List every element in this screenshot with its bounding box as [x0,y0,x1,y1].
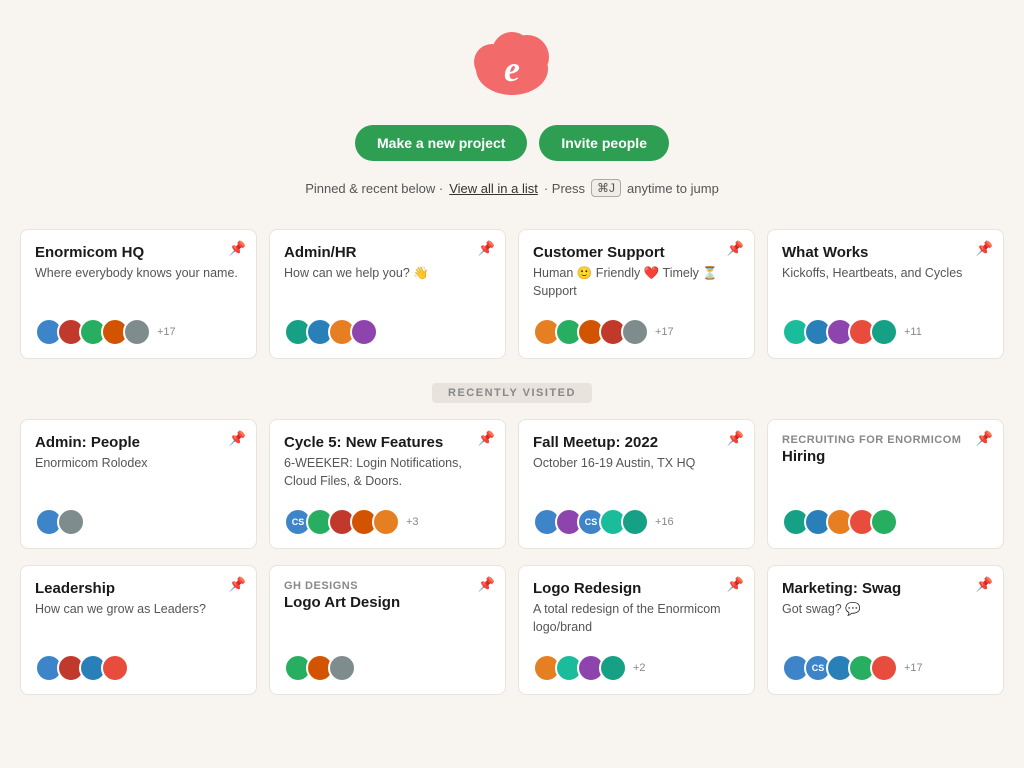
card-desc: Got swag? 💬 [782,601,989,619]
pin-icon: 📌 [478,576,495,593]
card-title: Customer Support [533,244,740,261]
pinned-cards-grid: 📌 Enormicom HQ Where everybody knows you… [0,229,1024,359]
card-fall-meetup[interactable]: 📌 Fall Meetup: 2022 October 16-19 Austin… [518,419,755,549]
pinned-info: Pinned & recent below · View all in a li… [305,179,719,197]
pin-icon: 📌 [727,430,744,447]
avatar [621,318,649,346]
card-title: Admin: People [35,434,242,451]
avatar [870,508,898,536]
card-desc: Enormicom Rolodex [35,455,242,473]
avatar-count: +16 [655,516,674,528]
card-title: Logo Redesign [533,580,740,597]
pin-icon: 📌 [727,240,744,257]
pinned-text-2: · Press [544,181,585,196]
avatar-count: +11 [904,326,922,338]
svg-text:e: e [504,49,520,89]
card-title: Fall Meetup: 2022 [533,434,740,451]
pin-icon: 📌 [229,430,246,447]
pin-icon: 📌 [229,240,246,257]
recent-cards-row2: 📌 Leadership How can we grow as Leaders?… [0,565,1024,695]
avatar-group: +17 [35,318,242,346]
card-desc: Kickoffs, Heartbeats, and Cycles [782,265,989,283]
avatar-count: +17 [904,662,923,674]
card-desc: How can we grow as Leaders? [35,601,242,619]
card-what-works[interactable]: 📌 What Works Kickoffs, Heartbeats, and C… [767,229,1004,359]
card-title: Admin/HR [284,244,491,261]
view-all-link[interactable]: View all in a list [449,181,538,196]
card-desc: 6-WEEKER: Login Notifications, Cloud Fil… [284,455,491,490]
card-title: Marketing: Swag [782,580,989,597]
keyboard-shortcut: ⌘J [591,179,621,197]
new-project-button[interactable]: Make a new project [355,125,527,161]
avatar [123,318,151,346]
avatar [870,654,898,682]
avatar [328,654,356,682]
avatar-group: +2 [533,654,740,682]
card-subtitle: RECRUITING FOR ENORMICOM [782,434,989,446]
logo: e [462,24,562,109]
pinned-text-3: anytime to jump [627,181,719,196]
card-customer-support[interactable]: 📌 Customer Support Human 🙂 Friendly ❤️ T… [518,229,755,359]
card-cycle5[interactable]: 📌 Cycle 5: New Features 6-WEEKER: Login … [269,419,506,549]
avatar-group: CS +17 [782,654,989,682]
card-title: Enormicom HQ [35,244,242,261]
avatar-group: +17 [533,318,740,346]
section-label-text: RECENTLY VISITED [432,383,592,403]
card-title: Logo Art Design [284,594,491,611]
pin-icon: 📌 [976,576,993,593]
header-buttons: Make a new project Invite people [355,125,669,161]
avatar [621,508,649,536]
card-hiring[interactable]: 📌 RECRUITING FOR ENORMICOM Hiring [767,419,1004,549]
avatar-group [35,508,242,536]
avatar-count: +2 [633,662,646,674]
card-logo-redesign[interactable]: 📌 Logo Redesign A total redesign of the … [518,565,755,695]
avatar-group [35,654,242,682]
avatar-group [782,508,989,536]
recent-cards-row1: 📌 Admin: People Enormicom Rolodex 📌 Cycl… [0,419,1024,549]
recently-visited-label: RECENTLY VISITED [20,383,1004,403]
card-title: Leadership [35,580,242,597]
card-title: Cycle 5: New Features [284,434,491,451]
card-admin-hr[interactable]: 📌 Admin/HR How can we help you? 👋 [269,229,506,359]
invite-people-button[interactable]: Invite people [539,125,669,161]
card-enormicom-hq[interactable]: 📌 Enormicom HQ Where everybody knows you… [20,229,257,359]
card-admin-people[interactable]: 📌 Admin: People Enormicom Rolodex [20,419,257,549]
pin-icon: 📌 [976,430,993,447]
avatar [57,508,85,536]
pin-icon: 📌 [727,576,744,593]
avatar [101,654,129,682]
card-subtitle: GH DESIGNS [284,580,491,592]
avatar-count: +3 [406,516,419,528]
avatar-count: +17 [157,326,176,338]
avatar [599,654,627,682]
avatar [350,318,378,346]
avatar-group: +11 [782,318,989,346]
page-header: e Make a new project Invite people Pinne… [0,0,1024,229]
avatar-group [284,318,491,346]
pin-icon: 📌 [229,576,246,593]
avatar [372,508,400,536]
card-marketing-swag[interactable]: 📌 Marketing: Swag Got swag? 💬 CS +17 [767,565,1004,695]
card-logo-art-design[interactable]: 📌 GH DESIGNS Logo Art Design [269,565,506,695]
avatar [870,318,898,346]
card-leadership[interactable]: 📌 Leadership How can we grow as Leaders? [20,565,257,695]
avatar-group [284,654,491,682]
avatar-group: CS +16 [533,508,740,536]
card-desc: Where everybody knows your name. [35,265,242,283]
card-desc: A total redesign of the Enormicom logo/b… [533,601,740,636]
pin-icon: 📌 [976,240,993,257]
card-title: What Works [782,244,989,261]
avatar-group: CS +3 [284,508,491,536]
card-title: Hiring [782,448,989,465]
card-desc: October 16-19 Austin, TX HQ [533,455,740,473]
pin-icon: 📌 [478,430,495,447]
pin-icon: 📌 [478,240,495,257]
card-desc: How can we help you? 👋 [284,265,491,283]
pinned-text-1: Pinned & recent below · [305,181,443,196]
avatar-count: +17 [655,326,674,338]
card-desc: Human 🙂 Friendly ❤️ Timely ⏳ Support [533,265,740,300]
